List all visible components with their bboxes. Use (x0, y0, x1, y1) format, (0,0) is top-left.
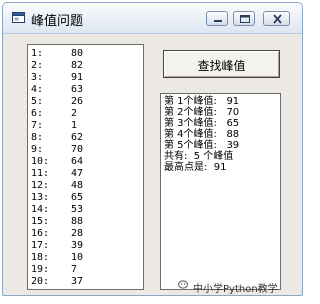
list-item-value: 7 (71, 264, 78, 275)
list-item-value: 39 (71, 240, 84, 251)
list-item[interactable]: 2: 82 (31, 60, 83, 72)
minimize-button[interactable] (206, 11, 228, 26)
list-item[interactable]: 6: 2 (31, 108, 77, 120)
list-item[interactable]: 20: 37 (31, 276, 83, 288)
list-item[interactable]: 10: 64 (31, 156, 83, 168)
results-textbox[interactable]: 第 1个峰值: 91 第 2个峰值: 70 第 3个峰值: 65 第 4个峰值: 88… (160, 93, 281, 290)
form-icon (12, 12, 25, 23)
list-item-value: 37 (71, 276, 84, 287)
list-item-index: 16: (31, 228, 50, 239)
list-item-value: 82 (71, 60, 84, 71)
list-item-index: 20: (31, 276, 50, 287)
list-item-value: 62 (71, 132, 84, 143)
minimize-icon (214, 20, 222, 22)
list-item[interactable]: 3: 91 (31, 72, 83, 84)
list-item[interactable]: 7: 1 (31, 120, 77, 132)
list-item-index: 3: (31, 72, 44, 83)
list-item[interactable]: 5: 26 (31, 96, 83, 108)
list-item-value: 88 (71, 216, 84, 227)
list-item-index: 18: (31, 252, 50, 263)
list-item-index: 6: (31, 108, 44, 119)
result-line: 第 1个峰值: 91 (164, 96, 240, 107)
list-item-value: 10 (71, 252, 84, 263)
list-item-value: 1 (71, 120, 78, 131)
list-item[interactable]: 17: 39 (31, 240, 83, 252)
list-item-value: 53 (71, 204, 84, 215)
list-item-value: 70 (71, 144, 84, 155)
list-item[interactable]: 4: 63 (31, 84, 83, 96)
watermark-text: 中小学Python教学 (193, 284, 278, 295)
result-line: 最高点是: 91 (164, 162, 227, 173)
list-item-index: 8: (31, 132, 44, 143)
result-line: 第 3个峰值: 65 (164, 118, 240, 129)
list-item-index: 14: (31, 204, 50, 215)
list-item[interactable]: 8: 62 (31, 132, 83, 144)
list-item-index: 11: (31, 168, 50, 179)
find-peaks-label: 查找峰值 (197, 59, 246, 73)
title-bar[interactable]: 峰值问题 (3, 3, 302, 34)
list-item[interactable]: 18: 10 (31, 252, 83, 264)
result-line: 第 5个峰值: 39 (164, 140, 240, 151)
list-item-index: 17: (31, 240, 50, 251)
list-item-value: 63 (71, 84, 84, 95)
list-item-value: 91 (71, 72, 84, 83)
close-button[interactable] (263, 11, 290, 26)
list-item-value: 2 (71, 108, 78, 119)
list-item-value: 65 (71, 192, 84, 203)
list-item[interactable]: 12: 48 (31, 180, 83, 192)
list-item-index: 7: (31, 120, 44, 131)
list-item-value: 48 (71, 180, 84, 191)
result-line: 共有: 5 个峰值 (164, 151, 234, 162)
list-item[interactable]: 14: 53 (31, 204, 83, 216)
list-item-index: 9: (31, 144, 44, 155)
window-title: 峰值问题 (31, 14, 84, 29)
list-item-index: 12: (31, 180, 50, 191)
list-item-index: 10: (31, 156, 50, 167)
list-item[interactable]: 13: 65 (31, 192, 83, 204)
list-item-index: 13: (31, 192, 50, 203)
list-item[interactable]: 19: 7 (31, 264, 77, 276)
list-item[interactable]: 16: 28 (31, 228, 83, 240)
list-item-index: 1: (31, 48, 44, 59)
find-peaks-button[interactable]: 查找峰值 (163, 50, 280, 78)
list-item-value: 26 (71, 96, 84, 107)
close-icon (273, 14, 282, 24)
list-item-index: 2: (31, 60, 44, 71)
list-item[interactable]: 1: 80 (31, 48, 83, 60)
list-item-value: 47 (71, 168, 84, 179)
list-item-index: 19: (31, 264, 50, 275)
list-item[interactable]: 11: 47 (31, 168, 83, 180)
list-item-index: 4: (31, 84, 44, 95)
wechat-icon (178, 280, 188, 289)
list-item[interactable]: 15: 88 (31, 216, 83, 228)
number-listbox[interactable]: 1: 80 2: 82 3: 91 4: 63 5: 26 6: 2 7: 1 8: 62 9: 70 10: 64 1… (27, 44, 144, 290)
list-item-value: 28 (71, 228, 84, 239)
list-item-index: 15: (31, 216, 50, 227)
app-window: 峰值问题 1: 80 2: 82 3: 91 4: 63 5: 26 6: 2 7: 1 8: 62 9: 70 1… (2, 2, 303, 296)
list-item-value: 80 (71, 48, 84, 59)
list-item[interactable]: 9: 70 (31, 144, 83, 156)
list-item-value: 64 (71, 156, 84, 167)
maximize-icon (240, 15, 250, 23)
maximize-button[interactable] (233, 11, 255, 26)
list-item-index: 5: (31, 96, 44, 107)
result-line: 第 2个峰值: 70 (164, 107, 240, 118)
result-line: 第 4个峰值: 88 (164, 129, 240, 140)
